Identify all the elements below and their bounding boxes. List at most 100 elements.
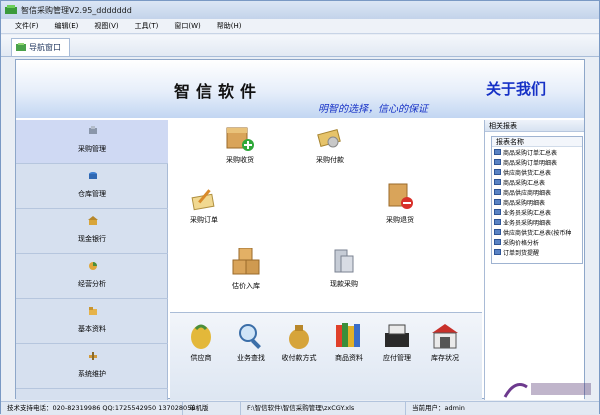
box-remove-icon <box>388 183 413 209</box>
product-data-button[interactable]: 商品资料 <box>326 321 372 363</box>
app-logo-icon <box>5 5 17 14</box>
list-item[interactable]: 采购价格分析 <box>492 237 582 247</box>
report-name: 采购价格分析 <box>503 239 540 247</box>
cart-icon <box>89 126 97 134</box>
action-label: 采购付款 <box>316 156 344 164</box>
sidebar-item-warehouse[interactable]: 仓库管理 <box>16 165 168 209</box>
estimated-inbound-button[interactable]: 估价入库 <box>216 248 276 291</box>
inventory-status-button[interactable]: 库存状况 <box>422 321 468 363</box>
report-icon <box>494 179 501 185</box>
cash-purchase-button[interactable]: 现款采购 <box>314 246 374 289</box>
business-search-button[interactable]: 业务查找 <box>228 321 274 363</box>
quick-label: 供应商 <box>190 354 212 362</box>
purchase-return-button[interactable]: 采购退货 <box>370 182 430 225</box>
quick-label: 业务查找 <box>237 354 265 362</box>
database-path: F:\智信软件\智信采购管理\zxCGY.xls <box>241 401 406 415</box>
menu-bar: 文件(F) 编辑(E) 视图(V) 工具(T) 窗口(W) 帮助(H) <box>1 19 599 34</box>
reports-list[interactable]: 报表名称 商品采购订单汇总表 商品采购订单明细表 供应商供货汇总表 商品采购汇总… <box>491 136 583 264</box>
banner-slogan: 明智的选择，信心的保证 <box>318 104 428 115</box>
quick-access-bar: 供应商 业务查找 收付款方式 商品资料 应付管理 库存状况 <box>170 312 482 400</box>
list-item[interactable]: 供应商供货汇总表 <box>492 167 582 177</box>
sidebar-item-label: 仓库管理 <box>78 190 106 198</box>
report-name: 商品采购订单汇总表 <box>503 149 558 157</box>
list-item[interactable]: 商品采购订单汇总表 <box>492 147 582 157</box>
quick-label: 库存状况 <box>431 354 459 362</box>
action-panel: 采购收货 采购付款 采购订单 采购退货 估价入库 现款采购 <box>170 120 482 310</box>
report-icon <box>494 229 501 235</box>
supplier-button[interactable]: 供应商 <box>178 321 224 363</box>
report-icon <box>494 159 501 165</box>
payment-icon <box>317 129 341 148</box>
action-label: 采购退货 <box>386 216 414 224</box>
tab-label: 导航窗口 <box>29 43 61 52</box>
bank-icon <box>88 216 98 225</box>
list-item[interactable]: 业务员采购汇总表 <box>492 207 582 217</box>
purchase-order-button[interactable]: 采购订单 <box>174 186 234 225</box>
list-item[interactable]: 商品供应商明细表 <box>492 187 582 197</box>
box-add-icon <box>226 127 254 151</box>
menu-window[interactable]: 窗口(W) <box>166 19 208 34</box>
report-icon <box>494 169 501 175</box>
sidebar-item-basic-data[interactable]: 基本资料 <box>16 300 168 344</box>
money-bag-icon <box>289 325 309 349</box>
sidebar-item-analysis[interactable]: 经营分析 <box>16 255 168 299</box>
about-us-link[interactable]: 关于我们 <box>486 78 546 99</box>
list-item[interactable]: 业务员采购明细表 <box>492 217 582 227</box>
tab-bar: 导航窗口 <box>1 35 599 57</box>
reports-header: 相关报表 <box>485 120 584 132</box>
menu-file[interactable]: 文件(F) <box>1 19 47 34</box>
title-bar: 智信采购管理V2.95_ddddddd <box>1 1 599 19</box>
supplier-icon <box>191 324 211 349</box>
cash-stack-icon <box>334 249 354 273</box>
warehouse-icon <box>89 172 97 179</box>
sidebar-item-label: 采购管理 <box>78 145 106 153</box>
sidebar-item-purchase[interactable]: 采购管理 <box>16 120 168 164</box>
report-name: 订单到货提醒 <box>503 249 540 257</box>
purchase-payment-button[interactable]: 采购付款 <box>300 124 360 165</box>
app-window: 智信采购管理V2.95_ddddddd 文件(F) 编辑(E) 视图(V) 工具… <box>0 0 600 415</box>
action-label: 估价入库 <box>232 282 260 290</box>
report-name: 业务员采购明细表 <box>503 219 552 227</box>
list-item[interactable]: 商品采购订单明细表 <box>492 157 582 167</box>
navigation-icon <box>16 43 26 51</box>
navigation-panel: 智信软件 关于我们 明智的选择，信心的保证 采购管理 仓库管理 现金银行 经营分… <box>15 59 585 400</box>
menu-tools[interactable]: 工具(T) <box>127 19 167 34</box>
sidebar-item-cash-bank[interactable]: 现金银行 <box>16 210 168 254</box>
edition-label: 单机版 <box>183 401 241 415</box>
reports-column-header[interactable]: 报表名称 <box>492 137 582 147</box>
payment-method-button[interactable]: 收付款方式 <box>276 321 322 363</box>
list-item[interactable]: 供应商供货汇总表(按币种 <box>492 227 582 237</box>
report-icon <box>494 189 501 195</box>
sidebar-item-label: 系统维护 <box>78 370 106 378</box>
report-name: 商品采购明细表 <box>503 199 546 207</box>
report-name: 供应商供货汇总表(按币种 <box>503 229 572 237</box>
menu-edit[interactable]: 编辑(E) <box>47 19 87 34</box>
report-icon <box>494 239 501 245</box>
books-icon <box>336 323 360 347</box>
quick-label: 收付款方式 <box>281 354 317 362</box>
list-item[interactable]: 商品采购明细表 <box>492 197 582 207</box>
menu-view[interactable]: 视图(V) <box>86 19 126 34</box>
report-icon <box>494 219 501 225</box>
order-pen-icon <box>191 189 215 211</box>
watermark-logo-icon <box>503 383 591 398</box>
menu-help[interactable]: 帮助(H) <box>209 19 250 34</box>
report-icon <box>494 209 501 215</box>
warehouse-building-icon <box>432 324 458 349</box>
quick-label: 应付管理 <box>383 354 411 362</box>
report-name: 商品供应商明细表 <box>503 189 552 197</box>
sidebar-item-label: 现金银行 <box>78 235 106 243</box>
quick-label: 商品资料 <box>335 354 363 362</box>
purchase-receive-button[interactable]: 采购收货 <box>210 124 270 165</box>
list-item[interactable]: 商品采购汇总表 <box>492 177 582 187</box>
report-name: 商品采购订单明细表 <box>503 159 558 167</box>
tab-navigation[interactable]: 导航窗口 <box>11 38 70 56</box>
action-label: 采购收货 <box>226 156 254 164</box>
analysis-icon <box>89 262 97 270</box>
banner: 智信软件 关于我们 明智的选择，信心的保证 <box>16 60 584 118</box>
list-item[interactable]: 订单到货提醒 <box>492 247 582 257</box>
tools-icon <box>89 352 97 360</box>
payable-management-button[interactable]: 应付管理 <box>374 321 420 363</box>
sidebar-item-system[interactable]: 系统维护 <box>16 345 168 389</box>
folder-icon <box>89 307 97 315</box>
